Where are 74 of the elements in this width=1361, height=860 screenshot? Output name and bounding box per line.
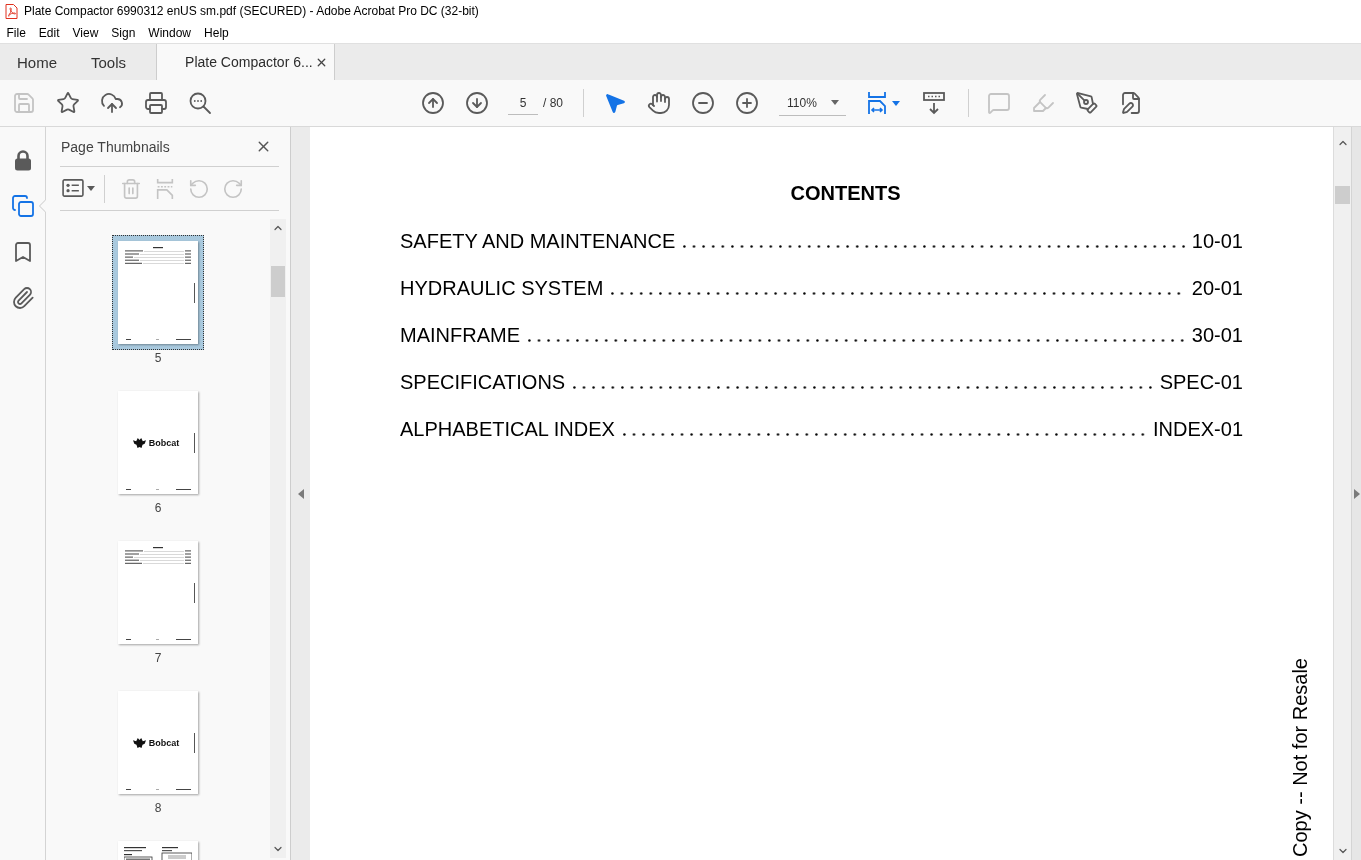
star-icon <box>56 91 80 115</box>
arrow-down-circle-icon <box>465 91 489 115</box>
plus-circle-icon <box>735 91 759 115</box>
menu-item[interactable]: File <box>0 22 33 43</box>
logo-text: Bobcat <box>148 737 180 748</box>
rotate-left-icon <box>188 177 210 200</box>
page-count: / 80 <box>543 96 563 110</box>
panel-title: Page Thumbnails <box>60 138 170 155</box>
contents-entry-title: SAFETY AND MAINTENANCE <box>400 228 676 253</box>
tab[interactable]: Plate Compactor 6... <box>156 44 336 80</box>
text-lines-icon <box>125 547 191 564</box>
trash-icon <box>120 177 142 200</box>
tab[interactable]: Tools <box>74 44 144 80</box>
minus-circle-icon <box>691 91 715 115</box>
left-triangle-icon[interactable] <box>297 488 304 499</box>
contents-page-number: 20-01 <box>1191 275 1243 300</box>
caret-icon <box>87 186 95 191</box>
caret-icon <box>831 100 839 105</box>
logo-mark-icon <box>132 737 146 748</box>
page-layout-icon <box>124 847 192 860</box>
page-width-arrows-icon <box>865 91 889 115</box>
page-number-field[interactable]: 5 <box>508 91 538 115</box>
thumbnail-page-number: 6 <box>154 500 162 516</box>
menu-item[interactable]: Edit <box>32 22 67 43</box>
two-pages-icon <box>10 194 35 218</box>
logo-text: Bobcat <box>148 437 180 448</box>
contents-page-number: INDEX-01 <box>1152 416 1243 441</box>
menu-item[interactable]: View <box>66 22 105 43</box>
bar-down-arrow-icon <box>922 91 946 115</box>
thumbnail-page-number: 8 <box>154 800 162 816</box>
menu-item[interactable]: Help <box>197 22 236 43</box>
pen-nib-icon <box>1075 91 1099 115</box>
rotate-right-icon <box>222 177 244 200</box>
margin-note: Copy -- Not for Resale <box>1289 658 1311 857</box>
contents-page-number: 10-01 <box>1191 228 1243 253</box>
thumbnail-page-number: 7 <box>154 650 162 666</box>
thumbnail-item[interactable]: Bobcat <box>112 685 204 800</box>
pdf-file-icon <box>5 3 18 19</box>
menu-item[interactable]: Window <box>141 22 198 43</box>
logo-mark-icon <box>132 437 146 448</box>
scrollbar-thumb[interactable] <box>1335 186 1350 204</box>
file-pen-icon <box>1119 91 1143 115</box>
highlighter-icon <box>1031 91 1055 115</box>
right-triangle-icon[interactable] <box>1353 488 1360 499</box>
thumbnail-page-number: 5 <box>154 350 162 366</box>
scrollbar[interactable] <box>270 219 286 858</box>
tab[interactable]: Home <box>0 44 74 80</box>
contents-entry-title: ALPHABETICAL INDEX <box>400 416 615 441</box>
zoom-field[interactable]: 110% <box>779 90 846 116</box>
contents-heading: CONTENTS <box>790 182 901 205</box>
contents-entry-title: HYDRAULIC SYSTEM <box>400 275 604 300</box>
arrow-up-circle-icon <box>421 91 445 115</box>
list-icon <box>62 179 84 198</box>
thumbnail-item[interactable]: Bobcat <box>112 385 204 500</box>
contents-entry-title: SPECIFICATIONS <box>400 369 566 394</box>
search-icon <box>188 91 212 115</box>
menu-item[interactable]: Sign <box>104 22 142 43</box>
scrollbar-thumb[interactable] <box>271 266 285 297</box>
scrollbar[interactable] <box>1333 127 1351 860</box>
dashed-page-icon <box>154 177 176 200</box>
cloud-upload-icon <box>100 91 124 115</box>
contents-page-number: SPEC-01 <box>1159 369 1243 394</box>
contents-entry-title: MAINFRAME <box>400 322 520 347</box>
save-icon <box>12 91 36 115</box>
printer-icon <box>144 91 168 115</box>
pointer-icon <box>603 91 627 115</box>
text-lines-icon <box>125 247 191 264</box>
caret-icon <box>892 100 900 106</box>
speech-bubble-icon <box>987 91 1011 115</box>
thumbnail-item[interactable] <box>112 235 204 350</box>
contents-page-number: 30-01 <box>1191 322 1243 347</box>
window-title: Plate Compactor 6990312 enUS sm.pdf (SECURED) - Adobe Acrobat Pro DC (32-bit) <box>24 4 479 18</box>
hand-icon <box>647 91 671 115</box>
paperclip-icon <box>10 286 35 310</box>
